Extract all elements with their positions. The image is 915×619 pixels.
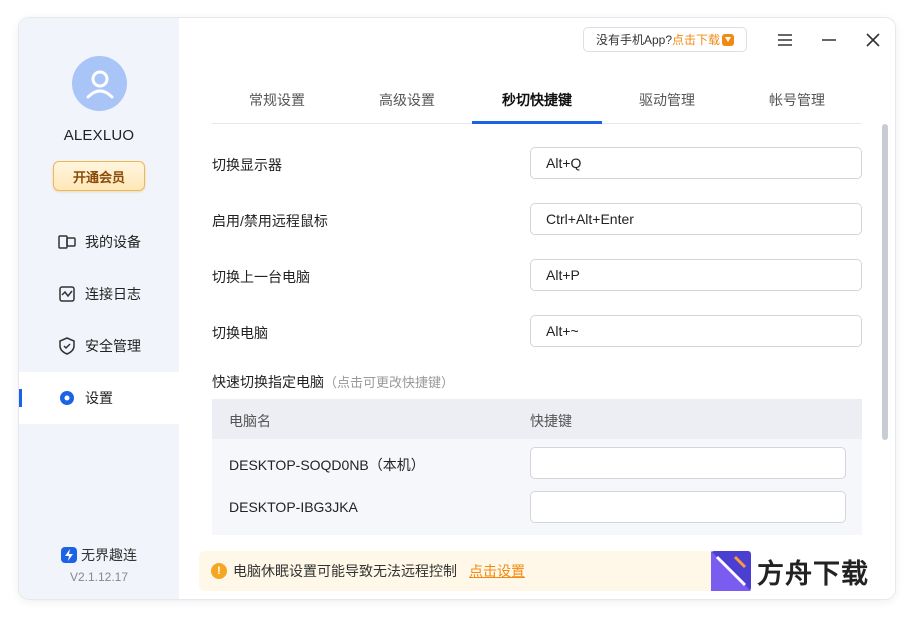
log-icon [57, 284, 77, 304]
tab-account[interactable]: 帐号管理 [732, 84, 862, 123]
watermark-text: 方舟下载 [757, 558, 869, 589]
sidebar-item-label: 设置 [85, 390, 113, 406]
sleep-warning-bar: ! 电脑休眠设置可能导致无法远程控制 点击设置 [199, 551, 739, 591]
shield-icon [57, 336, 77, 356]
sidebar-item-devices[interactable]: 我的设备 [19, 216, 179, 268]
tab-advanced[interactable]: 高级设置 [342, 84, 472, 123]
warning-settings-link[interactable]: 点击设置 [469, 561, 525, 581]
settings-dot-icon [57, 388, 77, 408]
sidebar-item-security[interactable]: 安全管理 [19, 320, 179, 372]
minimize-icon[interactable] [819, 30, 839, 50]
hotkey-input-remote-mouse[interactable]: Ctrl+Alt+Enter [530, 203, 862, 235]
menu-icon[interactable] [775, 30, 795, 50]
warning-icon: ! [211, 563, 227, 579]
scrollbar[interactable] [882, 124, 888, 440]
settings-tabs: 常规设置 高级设置 秒切快捷键 驱动管理 帐号管理 [212, 84, 862, 124]
watermark: 方舟下载 [711, 548, 891, 594]
brand-logo-icon [61, 547, 77, 563]
table-row: DESKTOP-IBG3JKA [212, 485, 862, 529]
brand: 无界趣连 [61, 545, 137, 565]
sidebar-item-settings[interactable]: 设置 [19, 372, 179, 424]
user-icon [86, 70, 113, 98]
hotkey-input-switch-display[interactable]: Alt+Q [530, 147, 862, 179]
version-label: V2.1.12.17 [69, 570, 129, 584]
sidebar-item-label: 安全管理 [85, 338, 141, 354]
promo-link[interactable]: 点击下载 [672, 31, 720, 48]
quick-switch-hint: （点击可更改快捷键） [324, 375, 455, 390]
quick-switch-title-text: 快速切换指定电脑 [212, 374, 324, 390]
devices-icon [57, 232, 77, 252]
sidebar: ALEXLUO 开通会员 我的设备 连接日志 安全管理 设置 无界趣连 V2.1… [19, 18, 179, 599]
table-header: 电脑名 快捷键 [212, 399, 862, 439]
hotkey-input-switch-pc[interactable]: Alt+~ [530, 315, 862, 347]
column-hotkey: 快捷键 [530, 413, 572, 429]
brand-name: 无界趣连 [81, 547, 137, 563]
download-icon [722, 33, 735, 46]
watermark-logo-icon [711, 551, 751, 591]
quick-switch-title: 快速切换指定电脑（点击可更改快捷键） [212, 372, 454, 392]
vip-button[interactable]: 开通会员 [53, 161, 145, 191]
hotkey-input-previous-pc[interactable]: Alt+P [530, 259, 862, 291]
tab-hotkeys[interactable]: 秒切快捷键 [472, 84, 602, 124]
table-row: DESKTOP-SOQD0NB（本机） [212, 441, 862, 485]
warning-text: 电脑休眠设置可能导致无法远程控制 [233, 563, 457, 579]
main-panel: 没有手机App? 点击下载 常规设置 高级设置 秒切快捷键 驱动管理 帐号管理 … [179, 18, 895, 599]
app-window: ALEXLUO 开通会员 我的设备 连接日志 安全管理 设置 无界趣连 V2.1… [19, 18, 895, 599]
pc-name: DESKTOP-IBG3JKA [229, 499, 358, 515]
pc-hotkey-input[interactable] [530, 447, 846, 479]
tab-drivers[interactable]: 驱动管理 [602, 84, 732, 123]
hotkey-label-switch-pc: 切换电脑 [212, 325, 268, 341]
close-icon[interactable] [863, 30, 883, 50]
app-download-promo[interactable]: 没有手机App? 点击下载 [583, 27, 747, 52]
sidebar-item-logs[interactable]: 连接日志 [19, 268, 179, 320]
promo-text: 没有手机App? [595, 33, 672, 47]
hotkey-label-switch-display: 切换显示器 [212, 157, 282, 173]
pc-hotkey-table: 电脑名 快捷键 DESKTOP-SOQD0NB（本机） DESKTOP-IBG3… [212, 399, 862, 535]
username: ALEXLUO [63, 127, 135, 144]
column-pc-name: 电脑名 [229, 413, 271, 429]
pc-hotkey-input[interactable] [530, 491, 846, 523]
tab-general[interactable]: 常规设置 [212, 84, 342, 123]
avatar[interactable] [72, 56, 127, 111]
sidebar-item-label: 我的设备 [85, 234, 141, 250]
hotkey-label-remote-mouse: 启用/禁用远程鼠标 [212, 213, 328, 229]
pc-name: DESKTOP-SOQD0NB（本机） [229, 457, 425, 473]
sidebar-item-label: 连接日志 [85, 286, 141, 302]
hotkey-label-previous-pc: 切换上一台电脑 [212, 269, 310, 285]
